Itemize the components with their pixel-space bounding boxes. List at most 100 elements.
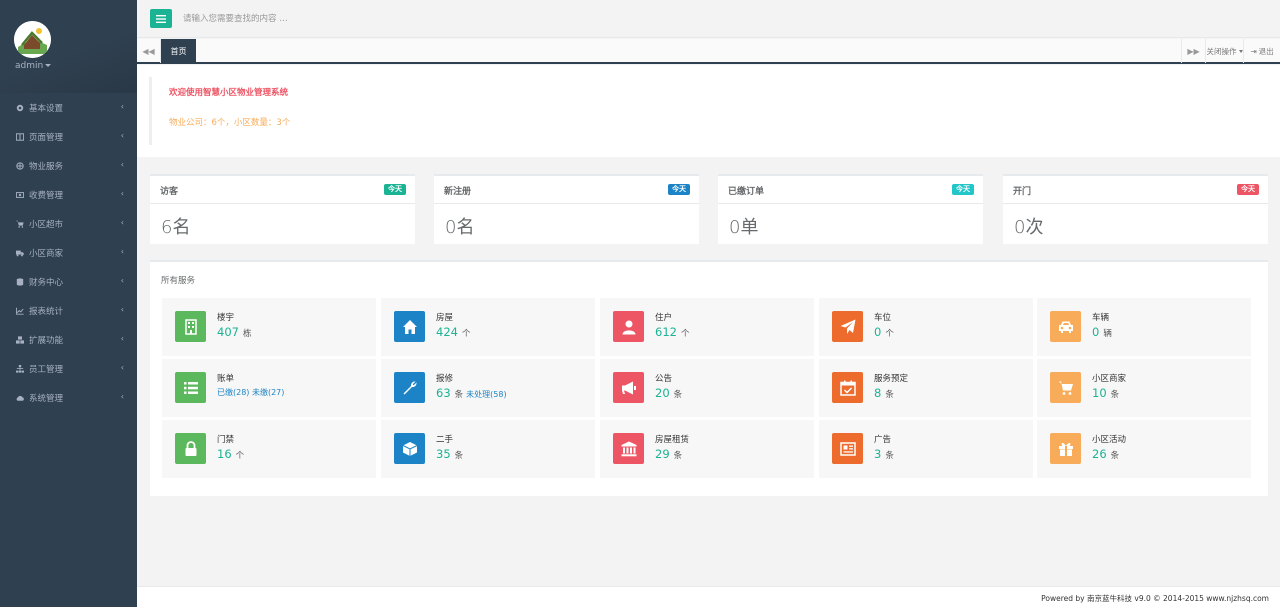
card-badge: 今天 — [668, 184, 690, 195]
sidebar-item[interactable]: 报表统计 ‹ — [0, 296, 137, 325]
service-value-line: 424 个 — [436, 325, 470, 339]
close-operations-dropdown[interactable]: 关闭操作 — [1205, 39, 1243, 63]
tab-scroll-left-button[interactable]: ◀◀ — [137, 39, 161, 63]
caret-down-icon — [1238, 49, 1243, 53]
service-unit: 栋 — [242, 329, 252, 339]
service-tile[interactable]: 二手 35 条 — [381, 420, 595, 478]
footer: Powered by 南京蓝牛科技 v9.0 © 2014-2015 www.n… — [137, 586, 1280, 607]
sidebar-item[interactable]: 小区商家 ‹ — [0, 238, 137, 267]
service-extra-link[interactable]: 未处理(58) — [466, 390, 506, 399]
service-unit: 条 — [673, 390, 683, 400]
admin-dropdown[interactable]: admin — [15, 61, 52, 71]
profile-area: admin — [0, 0, 137, 93]
service-unit: 个 — [680, 329, 690, 339]
service-value: 424 — [436, 325, 458, 339]
money-icon — [15, 190, 25, 200]
service-tile[interactable]: 住户 612 个 — [600, 298, 814, 356]
card-title: 已缴订单 — [728, 187, 765, 197]
service-tile[interactable]: 账单 已缴(28) 未缴(27) — [162, 359, 376, 417]
chevron-left-icon: ‹ — [120, 363, 124, 372]
columns-icon — [15, 132, 25, 142]
stat-card-orders: 已缴订单 今天 0单 — [718, 174, 983, 244]
search-input[interactable] — [183, 11, 483, 27]
service-value-line: 63 条未处理(58) — [436, 386, 507, 400]
line-chart-icon — [15, 306, 25, 316]
sidebar-item-label: 系统管理 — [29, 393, 64, 404]
chevron-left-icon: ‹ — [120, 334, 124, 343]
avatar[interactable] — [14, 21, 51, 58]
service-tile[interactable]: 广告 3 条 — [819, 420, 1033, 478]
service-name: 车辆 — [1092, 313, 1110, 323]
sidebar-item-label: 小区超市 — [29, 219, 64, 230]
service-value: 8 — [874, 386, 882, 400]
service-value-line: 26 条 — [1092, 447, 1119, 461]
service-value-line: 20 条 — [655, 386, 682, 400]
service-tile[interactable]: 车位 0 个 — [819, 298, 1033, 356]
service-tile[interactable]: 小区活动 26 条 — [1037, 420, 1251, 478]
welcome-stats: 物业公司：6个，小区数量：3个 — [169, 118, 291, 128]
tab-home[interactable]: 首页 — [161, 39, 196, 63]
stat-card-door-open: 开门 今天 0次 — [1003, 174, 1268, 244]
sidebar-item[interactable]: 收费管理 ‹ — [0, 180, 137, 209]
service-tile[interactable]: 报修 63 条未处理(58) — [381, 359, 595, 417]
service-unit: 条 — [454, 390, 464, 400]
logout-button[interactable]: ⇥ 退出 — [1243, 39, 1280, 63]
car-icon — [1050, 311, 1081, 342]
service-unit: 条 — [454, 451, 464, 461]
service-value: 16 — [217, 447, 232, 461]
sidebar-item-label: 财务中心 — [29, 277, 64, 288]
welcome-box: 欢迎使用智慧小区物业管理系统 物业公司：6个，小区数量：3个 — [149, 77, 649, 145]
service-value: 0 — [874, 325, 882, 339]
service-name: 广告 — [874, 435, 892, 445]
service-unit: 辆 — [1103, 329, 1112, 339]
service-value: 20 — [655, 386, 670, 400]
truck-icon — [15, 248, 25, 258]
bank-icon — [613, 433, 644, 464]
sidebar-item[interactable]: 页面管理 ‹ — [0, 122, 137, 151]
service-value-line: 0个 — [874, 325, 894, 339]
service-tile[interactable]: 服务预定 8 条 — [819, 359, 1033, 417]
stat-card-registrations: 新注册 今天 0名 — [434, 174, 699, 244]
sidebar-item[interactable]: 扩展功能 ‹ — [0, 325, 137, 354]
service-tile[interactable]: 公告 20 条 — [600, 359, 814, 417]
service-extra-link[interactable]: 已缴(28) 未缴(27) — [217, 387, 284, 398]
chevron-left-icon: ‹ — [120, 131, 124, 140]
sitemap-icon — [15, 364, 25, 374]
sidebar-item-label: 报表统计 — [29, 306, 64, 317]
service-tile[interactable]: 小区商家 10 条 — [1037, 359, 1251, 417]
service-tile[interactable]: 车辆 0 辆 — [1037, 298, 1251, 356]
sidebar-item[interactable]: 员工管理 ‹ — [0, 354, 137, 383]
sidebar-item[interactable]: 基本设置 ‹ — [0, 93, 137, 122]
service-name: 住户 — [655, 313, 673, 323]
sidebar-item[interactable]: 系统管理 ‹ — [0, 383, 137, 412]
card-badge: 今天 — [384, 184, 406, 195]
chevron-left-icon: ‹ — [120, 102, 124, 111]
service-unit: 个 — [885, 329, 894, 339]
service-value-line: 10 条 — [1092, 386, 1119, 400]
sidebar-item[interactable]: 小区超市 ‹ — [0, 209, 137, 238]
service-value-line: 29 条 — [655, 447, 682, 461]
sidebar-item-label: 基本设置 — [29, 103, 64, 114]
sidebar-item[interactable]: 物业服务 ‹ — [0, 151, 137, 180]
service-unit: 个 — [235, 451, 245, 461]
service-tile[interactable]: 楼宇 407 栋 — [162, 298, 376, 356]
service-value: 3 — [874, 447, 882, 461]
top-bar — [137, 0, 1280, 38]
sidebar: admin 基本设置 ‹ 页面管理 ‹ 物业服务 ‹ 收费管理 ‹ 小区超市 ‹ 小区商家 ‹ 财务中心… — [0, 0, 137, 607]
sidebar-item[interactable]: 财务中心 ‹ — [0, 267, 137, 296]
card-value: 6名 — [161, 217, 191, 238]
service-value: 63 — [436, 386, 451, 400]
admin-name-label: admin — [15, 61, 44, 71]
service-tile[interactable]: 门禁 16 个 — [162, 420, 376, 478]
service-value: 26 — [1092, 447, 1107, 461]
cart-icon — [15, 219, 25, 229]
menu-toggle-button[interactable] — [150, 9, 172, 28]
nav-menu: 基本设置 ‹ 页面管理 ‹ 物业服务 ‹ 收费管理 ‹ 小区超市 ‹ 小区商家 ‹ 财务中心 ‹ 报表统计 ‹… — [0, 93, 137, 412]
service-tile[interactable]: 房屋租赁 29 条 — [600, 420, 814, 478]
service-name: 门禁 — [217, 435, 235, 445]
tab-scroll-right-button[interactable]: ▶▶ — [1181, 39, 1205, 63]
service-tile[interactable]: 房屋 424 个 — [381, 298, 595, 356]
service-name: 服务预定 — [874, 374, 909, 384]
footer-text: Powered by 南京蓝牛科技 v9.0 © 2014-2015 www.n… — [1041, 594, 1269, 603]
building-icon — [175, 311, 206, 342]
